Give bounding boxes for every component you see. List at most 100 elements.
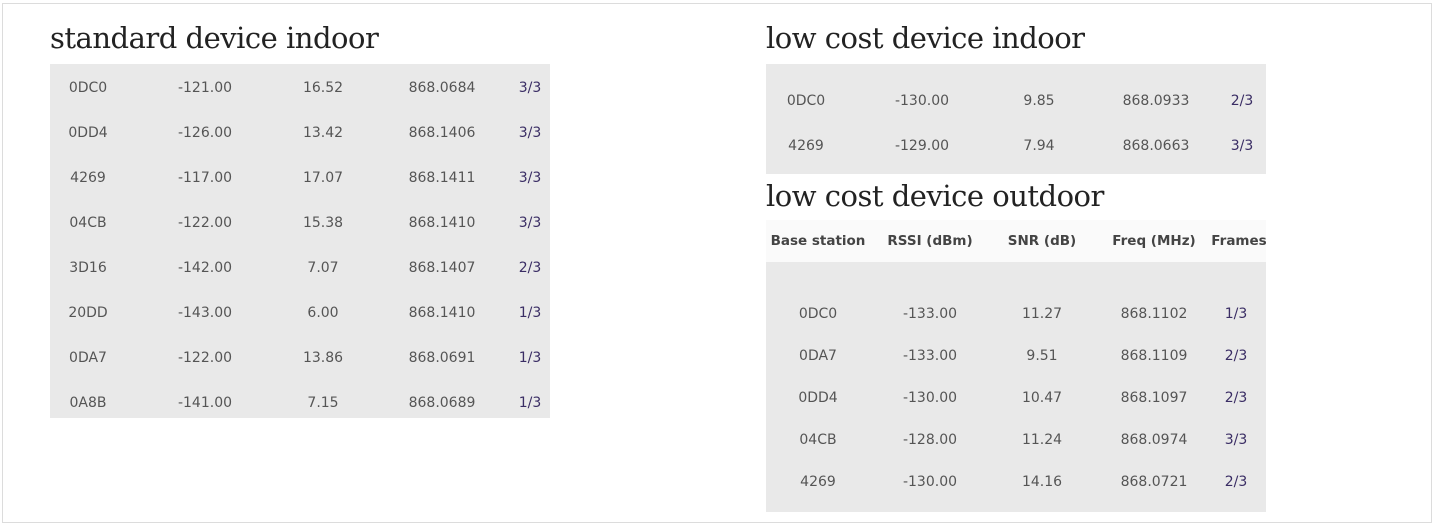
cell-base-station: 20DD [68,305,108,321]
cell-snr: 10.47 [1021,390,1063,406]
table-row: 0DA7 -122.00 13.86 868.0691 1/3 [50,348,550,368]
table-row: 20DD -143.00 6.00 868.1410 1/3 [50,303,550,323]
cell-freq: 868.1102 [1120,306,1188,322]
column-header: Freq (MHz) [1112,233,1196,249]
cell-frames: 3/3 [518,215,542,231]
cell-freq: 868.0684 [408,80,476,96]
cell-snr: 16.52 [302,80,344,96]
cell-rssi: -142.00 [177,260,233,276]
cell-frames: 3/3 [518,80,542,96]
table-row: 4269 -117.00 17.07 868.1411 3/3 [50,168,550,188]
standard-indoor-table: 0DC0 -121.00 16.52 868.0684 3/3 0DD4 -126.00 13… [50,64,550,418]
cell-freq: 868.0974 [1120,432,1188,448]
cell-freq: 868.0663 [1122,138,1190,154]
cell-snr: 9.85 [1023,93,1055,109]
cell-base-station: 0DC0 [798,306,838,322]
cell-base-station: 0A8B [69,395,107,411]
cell-snr: 13.42 [302,125,344,141]
cell-rssi: -141.00 [177,395,233,411]
table-row: 0DA7 -133.00 9.51 868.1109 2/3 [766,346,1266,366]
cell-rssi: -121.00 [177,80,233,96]
cell-base-station: 0DD4 [68,125,108,141]
cell-freq: 868.1097 [1120,390,1188,406]
cell-snr: 11.27 [1021,306,1063,322]
cell-snr: 11.24 [1021,432,1063,448]
cell-frames: 1/3 [518,305,542,321]
cell-frames: 2/3 [518,260,542,276]
cell-base-station: 4269 [70,170,106,186]
cell-freq: 868.1410 [408,305,476,321]
cell-rssi: -126.00 [177,125,233,141]
cell-snr: 13.86 [302,350,344,366]
cell-rssi: -129.00 [894,138,950,154]
column-header: RSSI (dBm) [887,233,973,249]
cell-freq: 868.0933 [1122,93,1190,109]
cell-rssi: -128.00 [902,432,958,448]
table-row: 0A8B -141.00 7.15 868.0689 1/3 [50,393,550,413]
cell-base-station: 4269 [800,474,836,490]
lowcost-outdoor-table: Base station RSSI (dBm) SNR (dB) Freq (MHz)… [766,220,1267,512]
cell-base-station: 4269 [788,138,824,154]
cell-frames: 3/3 [518,125,542,141]
cell-base-station: 0DA7 [799,348,837,364]
table-row: 4269 -129.00 7.94 868.0663 3/3 [766,136,1266,156]
table-row: 0DD4 -130.00 10.47 868.1097 2/3 [766,388,1266,408]
cell-freq: 868.0689 [408,395,476,411]
table-row: 04CB -122.00 15.38 868.1410 3/3 [50,213,550,233]
cell-rssi: -130.00 [902,390,958,406]
cell-base-station: 04CB [799,432,837,448]
cell-base-station: 0DD4 [798,390,838,406]
lowcost-indoor-title: low cost device indoor [766,21,1085,55]
cell-freq: 868.0691 [408,350,476,366]
column-header: Base station [770,233,866,249]
cell-snr: 7.07 [307,260,339,276]
cell-snr: 6.00 [307,305,339,321]
cell-base-station: 0DC0 [68,80,108,96]
cell-frames: 1/3 [1224,306,1248,322]
cell-rssi: -133.00 [902,306,958,322]
cell-frames: 2/3 [1224,474,1248,490]
cell-base-station: 3D16 [69,260,107,276]
cell-freq: 868.1406 [408,125,476,141]
column-header: Frames [1211,233,1267,249]
table-row: 0DD4 -126.00 13.42 868.1406 3/3 [50,123,550,143]
cell-snr: 9.51 [1026,348,1058,364]
cell-freq: 868.1407 [408,260,476,276]
cell-rssi: -130.00 [902,474,958,490]
cell-base-station: 04CB [69,215,107,231]
cell-frames: 3/3 [1224,432,1248,448]
cell-snr: 7.94 [1023,138,1055,154]
lowcost-outdoor-title: low cost device outdoor [766,179,1104,213]
cell-frames: 3/3 [518,170,542,186]
cell-snr: 7.15 [307,395,339,411]
cell-frames: 1/3 [518,350,542,366]
table-row: 0DC0 -130.00 9.85 868.0933 2/3 [766,91,1266,111]
table-row: 0DC0 -121.00 16.52 868.0684 3/3 [50,78,550,98]
cell-base-station: 0DA7 [69,350,107,366]
table-row: 0DC0 -133.00 11.27 868.1102 1/3 [766,304,1266,324]
cell-frames: 1/3 [518,395,542,411]
cell-rssi: -143.00 [177,305,233,321]
cell-rssi: -130.00 [894,93,950,109]
cell-rssi: -122.00 [177,350,233,366]
table-header: Base station RSSI (dBm) SNR (dB) Freq (MHz)… [766,220,1267,262]
cell-rssi: -133.00 [902,348,958,364]
cell-frames: 2/3 [1224,390,1248,406]
cell-rssi: -122.00 [177,215,233,231]
cell-snr: 14.16 [1021,474,1063,490]
cell-frames: 3/3 [1230,138,1254,154]
cell-rssi: -117.00 [177,170,233,186]
table-row: 3D16 -142.00 7.07 868.1407 2/3 [50,258,550,278]
cell-freq: 868.1411 [408,170,476,186]
cell-freq: 868.1410 [408,215,476,231]
standard-indoor-title: standard device indoor [50,21,379,55]
cell-freq: 868.1109 [1120,348,1188,364]
cell-snr: 17.07 [302,170,344,186]
cell-snr: 15.38 [302,215,344,231]
column-header: SNR (dB) [1007,233,1077,249]
cell-frames: 2/3 [1230,93,1254,109]
cell-freq: 868.0721 [1120,474,1188,490]
lowcost-indoor-table: 0DC0 -130.00 9.85 868.0933 2/3 4269 -129.00 7.9… [766,64,1266,174]
cell-base-station: 0DC0 [786,93,826,109]
table-row: 4269 -130.00 14.16 868.0721 2/3 [766,472,1266,492]
